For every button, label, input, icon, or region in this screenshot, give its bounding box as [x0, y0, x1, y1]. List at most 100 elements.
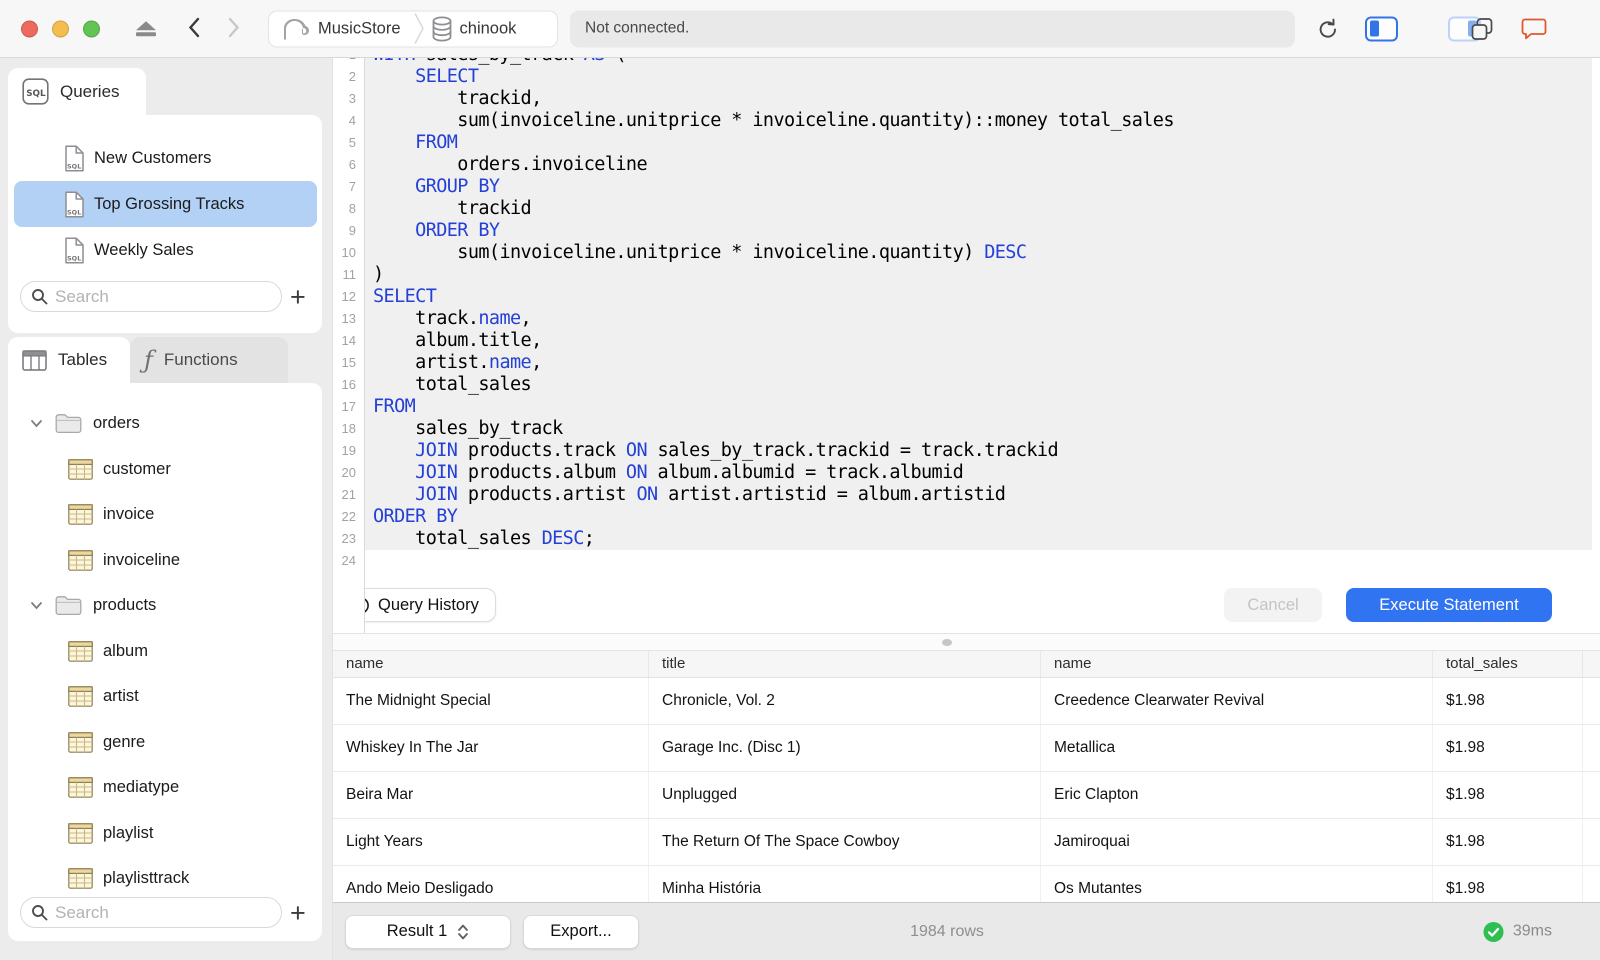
- table-row-item[interactable]: playlist: [8, 811, 322, 857]
- result-cell[interactable]: $1.98: [1433, 725, 1583, 771]
- result-row[interactable]: Beira Mar Unplugged Eric Clapton $1.98: [333, 772, 1600, 819]
- code-line[interactable]: sum(invoiceline.unitprice * invoiceline.…: [365, 242, 1592, 264]
- result-cell[interactable]: Jamiroquai: [1041, 819, 1433, 865]
- result-selector[interactable]: Result 1: [345, 914, 511, 949]
- result-cell[interactable]: [1583, 678, 1600, 724]
- code-line[interactable]: JOIN products.artist ON artist.artistid …: [365, 484, 1592, 506]
- code-line[interactable]: orders.invoiceline: [365, 154, 1592, 176]
- splitter-handle[interactable]: [942, 639, 952, 646]
- code-line[interactable]: FROM: [365, 132, 1592, 154]
- schema-folder-row[interactable]: orders: [8, 401, 322, 447]
- column-header[interactable]: name: [333, 651, 649, 677]
- table-row-item[interactable]: mediatype: [8, 765, 322, 811]
- result-cell[interactable]: Light Years: [333, 819, 649, 865]
- result-row[interactable]: Whiskey In The Jar Garage Inc. (Disc 1) Me…: [333, 725, 1600, 772]
- result-cell[interactable]: Eric Clapton: [1041, 772, 1433, 818]
- result-cell[interactable]: Creedence Clearwater Revival: [1041, 678, 1433, 724]
- column-header[interactable]: total_sales: [1433, 651, 1583, 677]
- editor-results-splitter[interactable]: [333, 633, 1600, 650]
- result-cell[interactable]: [1583, 819, 1600, 865]
- tab-tables[interactable]: Tables: [8, 337, 130, 383]
- disconnect-eject-button[interactable]: [133, 20, 159, 37]
- code-line[interactable]: track.name,: [365, 308, 1592, 330]
- code-line[interactable]: ORDER BY: [365, 220, 1592, 242]
- schema-folder-row[interactable]: products: [8, 583, 322, 629]
- result-row[interactable]: Ando Meio Desligado Minha História Os Muta…: [333, 866, 1600, 902]
- code-line[interactable]: FROM: [365, 396, 1592, 418]
- code-line[interactable]: GROUP BY: [365, 176, 1592, 198]
- column-header[interactable]: name: [1041, 651, 1433, 677]
- breadcrumb-server[interactable]: MusicStore: [281, 16, 401, 42]
- table-row-item[interactable]: playlisttrack: [8, 856, 322, 891]
- code-line[interactable]: JOIN products.album ON album.albumid = t…: [365, 462, 1592, 484]
- tab-queries[interactable]: SQL Queries: [8, 68, 146, 115]
- column-header[interactable]: title: [649, 651, 1041, 677]
- code-line[interactable]: total_sales: [365, 374, 1592, 396]
- result-cell[interactable]: Garage Inc. (Disc 1): [649, 725, 1041, 771]
- table-row-item[interactable]: invoice: [8, 492, 322, 538]
- code-line[interactable]: sum(invoiceline.unitprice * invoiceline.…: [365, 110, 1592, 132]
- result-cell[interactable]: The Midnight Special: [333, 678, 649, 724]
- code-line[interactable]: total_sales DESC;: [365, 528, 1592, 550]
- code-line[interactable]: artist.name,: [365, 352, 1592, 374]
- table-row-item[interactable]: invoiceline: [8, 538, 322, 584]
- query-list-item[interactable]: SQL New Customers: [14, 135, 317, 181]
- code-line[interactable]: ): [365, 264, 1592, 286]
- result-row[interactable]: The Midnight Special Chronicle, Vol. 2 Cre…: [333, 678, 1600, 725]
- code-line[interactable]: sales_by_track: [365, 418, 1592, 440]
- tables-search-input[interactable]: [55, 902, 255, 923]
- add-query-button[interactable]: +: [290, 283, 306, 310]
- code-line[interactable]: SELECT: [365, 286, 1592, 308]
- result-cell[interactable]: $1.98: [1433, 819, 1583, 865]
- result-cell[interactable]: $1.98: [1433, 866, 1583, 902]
- breadcrumb-database[interactable]: chinook: [431, 15, 516, 42]
- code-line[interactable]: trackid,: [365, 88, 1592, 110]
- result-cell[interactable]: Beira Mar: [333, 772, 649, 818]
- traffic-light-minimize[interactable]: [52, 20, 69, 37]
- table-row-item[interactable]: artist: [8, 674, 322, 720]
- code-line[interactable]: trackid: [365, 198, 1592, 220]
- back-button[interactable]: [187, 17, 200, 41]
- result-cell[interactable]: $1.98: [1433, 772, 1583, 818]
- result-cell[interactable]: [1583, 772, 1600, 818]
- result-row[interactable]: Light Years The Return Of The Space Cowbo…: [333, 819, 1600, 866]
- result-cell[interactable]: Whiskey In The Jar: [333, 725, 649, 771]
- table-row-item[interactable]: album: [8, 629, 322, 675]
- code-line[interactable]: [365, 550, 1600, 572]
- result-cell[interactable]: Unplugged: [649, 772, 1041, 818]
- result-cell[interactable]: Chronicle, Vol. 2: [649, 678, 1041, 724]
- tab-functions[interactable]: ƒ Functions: [130, 337, 288, 383]
- result-cell[interactable]: [1583, 866, 1600, 902]
- result-cell[interactable]: $1.98: [1433, 678, 1583, 724]
- result-cell[interactable]: Minha História: [649, 866, 1041, 902]
- result-cell[interactable]: Metallica: [1041, 725, 1433, 771]
- column-header[interactable]: [1583, 651, 1600, 677]
- sql-code[interactable]: WITH sales_by_track AS ( SELECT trackid,…: [365, 58, 1600, 572]
- sql-editor[interactable]: 123456789101112131415161718192021222324 …: [333, 58, 1600, 633]
- export-button[interactable]: Export...: [523, 914, 639, 949]
- toggle-left-sidebar-button[interactable]: [1365, 16, 1398, 41]
- result-cell[interactable]: The Return Of The Space Cowboy: [649, 819, 1041, 865]
- table-row-item[interactable]: genre: [8, 720, 322, 766]
- execute-statement-button[interactable]: Execute Statement: [1346, 588, 1552, 622]
- traffic-light-zoom[interactable]: [83, 20, 100, 37]
- queries-search-input[interactable]: [55, 286, 255, 307]
- windows-button[interactable]: [1470, 17, 1494, 40]
- code-line[interactable]: ORDER BY: [365, 506, 1592, 528]
- refresh-button[interactable]: [1315, 16, 1341, 42]
- table-row-item[interactable]: customer: [8, 447, 322, 493]
- query-list-item[interactable]: SQL Weekly Sales: [14, 227, 317, 273]
- add-table-button[interactable]: +: [290, 899, 306, 926]
- result-cell[interactable]: [1583, 725, 1600, 771]
- traffic-light-close[interactable]: [21, 20, 38, 37]
- result-cell[interactable]: Ando Meio Desligado: [333, 866, 649, 902]
- forward-button[interactable]: [228, 17, 241, 41]
- feedback-button[interactable]: [1520, 16, 1548, 41]
- cancel-button[interactable]: Cancel: [1224, 588, 1322, 622]
- code-line[interactable]: SELECT: [365, 66, 1592, 88]
- code-line[interactable]: WITH sales_by_track AS (: [365, 58, 1592, 66]
- query-list-item[interactable]: SQL Top Grossing Tracks: [14, 181, 317, 227]
- code-line[interactable]: JOIN products.track ON sales_by_track.tr…: [365, 440, 1592, 462]
- result-cell[interactable]: Os Mutantes: [1041, 866, 1433, 902]
- code-line[interactable]: album.title,: [365, 330, 1592, 352]
